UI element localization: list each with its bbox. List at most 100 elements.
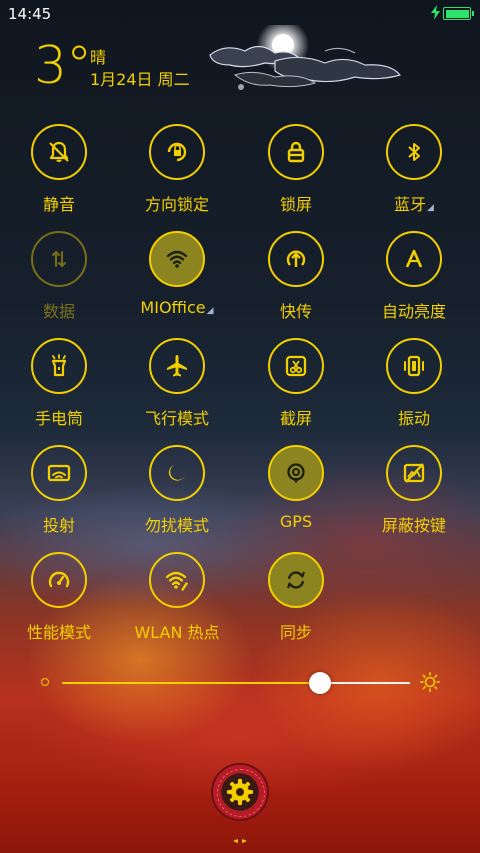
toggle-button[interactable] (268, 231, 324, 287)
toggle-tile[interactable]: 振动 (355, 332, 473, 432)
toggle-label: 方向锁定 (118, 191, 236, 215)
toggle-tile[interactable]: 勿扰模式 (118, 439, 236, 539)
wifi-icon (166, 250, 188, 268)
charging-bolt-icon (431, 5, 440, 20)
toggle-label: 飞行模式 (118, 405, 236, 429)
toggle-tile[interactable]: 数据 (0, 225, 118, 325)
toggle-button[interactable] (31, 231, 87, 287)
brightness-slider[interactable] (38, 667, 442, 697)
toggle-label: MIOffice◢ (118, 298, 236, 317)
toggle-button[interactable] (149, 338, 205, 394)
toggle-label: 投射 (0, 512, 118, 536)
brightness-fill (62, 682, 320, 684)
toggle-tile[interactable]: WLAN 热点 (118, 546, 236, 646)
toggle-label-text: 方向锁定 (144, 195, 209, 214)
toggle-button[interactable] (268, 338, 324, 394)
toggle-button[interactable] (268, 445, 324, 501)
toggle-label-text: 勿扰模式 (144, 516, 209, 535)
toggle-label-text: 性能模式 (26, 623, 91, 642)
toggle-label-text: WLAN 热点 (134, 623, 220, 642)
toggle-tile[interactable]: MIOffice◢ (118, 225, 236, 325)
toggle-tile[interactable]: GPS (237, 439, 355, 539)
screenshot-icon (285, 355, 307, 377)
toggle-label-text: 静音 (42, 195, 75, 214)
keys-blocked-icon (403, 463, 425, 483)
brightness-high-icon (420, 672, 440, 692)
toggle-label: 自动亮度 (355, 298, 473, 322)
toggle-label: 静音 (0, 191, 118, 215)
toggle-label: 同步 (237, 619, 355, 643)
toggle-label: 快传 (237, 298, 355, 322)
toggle-label: 数据 (0, 298, 118, 322)
toggle-tile[interactable]: 快传 (237, 225, 355, 325)
rotation-lock-icon (167, 142, 187, 162)
toggle-label: WLAN 热点 (118, 619, 236, 643)
date-label: 1月24日 周二 (90, 70, 190, 89)
lock-icon (287, 141, 305, 163)
toggle-tile[interactable]: 性能模式 (0, 546, 118, 646)
toggle-label: 勿扰模式 (118, 512, 236, 536)
brightness-thumb[interactable] (309, 672, 331, 694)
toggle-button[interactable] (149, 552, 205, 608)
toggle-tile[interactable]: 自动亮度 (355, 225, 473, 325)
moon-icon (168, 465, 185, 481)
toggle-label: 振动 (355, 405, 473, 429)
toggle-label-text: 蓝牙 (394, 195, 427, 214)
toggle-tile[interactable]: 飞行模式 (118, 332, 236, 432)
toggle-tile[interactable]: 方向锁定 (118, 118, 236, 218)
flashlight-icon (51, 354, 67, 377)
toggle-tile[interactable]: 静音 (0, 118, 118, 218)
toggle-label-text: 手电筒 (34, 409, 83, 428)
toggle-button[interactable] (268, 552, 324, 608)
toggle-button[interactable] (149, 124, 205, 180)
toggle-button[interactable] (268, 124, 324, 180)
sync-icon (287, 571, 305, 589)
toggle-label: 性能模式 (0, 619, 118, 643)
toggle-label-text: 数据 (42, 302, 75, 321)
toggle-label-text: 快传 (279, 302, 312, 321)
toggle-label-text: 锁屏 (279, 195, 312, 214)
drag-handle-icon[interactable] (232, 838, 248, 844)
toggle-label: GPS (237, 512, 355, 531)
toggle-button[interactable] (386, 445, 442, 501)
toggle-button[interactable] (31, 124, 87, 180)
settings-button[interactable] (211, 763, 269, 821)
toggle-tile[interactable]: 手电筒 (0, 332, 118, 432)
toggle-tile[interactable]: 蓝牙◢ (355, 118, 473, 218)
toggle-tile[interactable]: 投射 (0, 439, 118, 539)
expand-corner-icon[interactable]: ◢ (427, 203, 434, 213)
location-icon (287, 463, 305, 483)
toggle-label-text: 投射 (42, 516, 75, 535)
status-time: 14:45 (8, 5, 52, 23)
auto-brightness-icon (405, 249, 423, 268)
weather-condition: 晴 (90, 48, 107, 67)
toggle-button[interactable] (386, 338, 442, 394)
toggle-tile[interactable]: 锁屏 (237, 118, 355, 218)
toggle-button[interactable] (31, 445, 87, 501)
vibrate-icon (404, 355, 424, 377)
speedometer-icon (48, 571, 70, 588)
toggle-button[interactable] (386, 124, 442, 180)
gear-icon (227, 779, 253, 805)
toggle-label-text: 截屏 (279, 409, 312, 428)
toggle-label-text: MIOffice (140, 298, 206, 317)
battery-full-icon (443, 7, 474, 20)
expand-corner-icon[interactable]: ◢ (207, 306, 214, 316)
toggle-button[interactable] (31, 338, 87, 394)
toggle-label-text: 自动亮度 (381, 302, 446, 321)
toggle-tile[interactable]: 截屏 (237, 332, 355, 432)
toggle-label: 屏蔽按键 (355, 512, 473, 536)
status-bar: 14:45 (0, 0, 480, 28)
toggle-button[interactable] (31, 552, 87, 608)
toggle-button[interactable] (149, 445, 205, 501)
toggle-label-text: 飞行模式 (144, 409, 209, 428)
toggle-tile[interactable]: 屏蔽按键 (355, 439, 473, 539)
toggle-tile[interactable]: 同步 (237, 546, 355, 646)
toggle-button[interactable] (149, 231, 205, 287)
mobile-data-icon (52, 250, 66, 268)
toggle-label-text: 屏蔽按键 (381, 516, 446, 535)
toggle-button[interactable] (386, 231, 442, 287)
toggle-label-text: GPS (279, 512, 313, 531)
toggle-label-text: 同步 (279, 623, 312, 642)
share-transfer-icon (286, 250, 306, 267)
